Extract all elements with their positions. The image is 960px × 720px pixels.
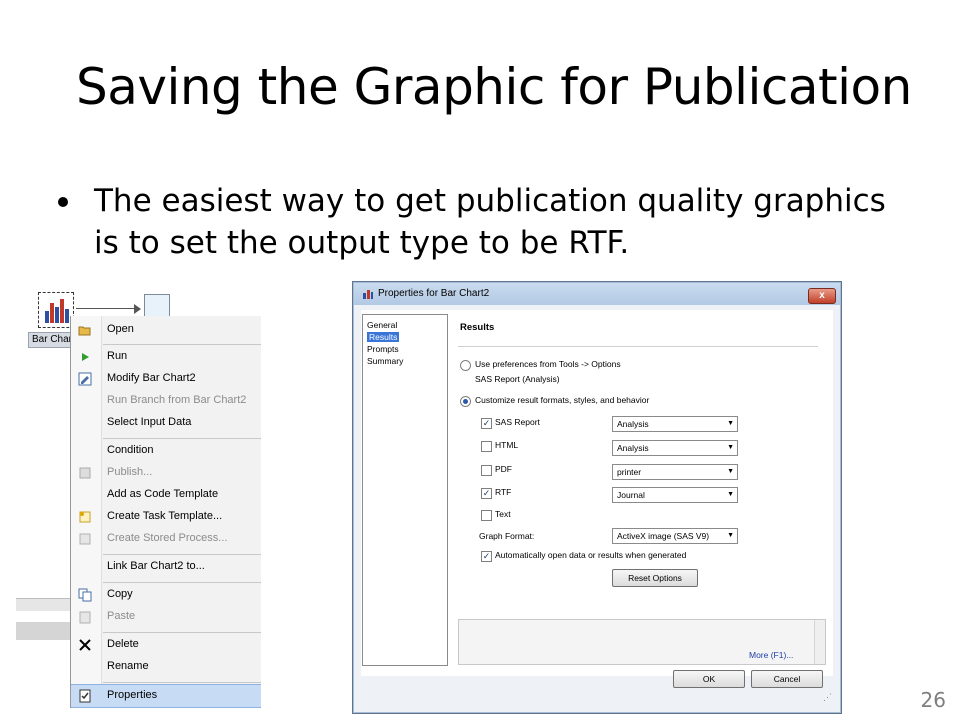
context-menu: Open Run Modify Bar Chart2 Run Branch fr… [70, 316, 261, 708]
rtf-checkbox[interactable]: ✓ [481, 488, 492, 499]
use-preferences-label: Use preferences from Tools -> Options [475, 359, 621, 369]
properties-dialog: Properties for Bar Chart2 x General Resu… [352, 281, 842, 714]
menu-item-delete[interactable]: Delete [71, 634, 261, 656]
menu-item-rename[interactable]: Rename [71, 656, 261, 678]
menu-separator [103, 582, 261, 583]
chevron-down-icon: ▼ [727, 532, 734, 539]
html-style-select[interactable]: Analysis ▼ [612, 440, 738, 456]
sas-report-checkbox[interactable]: ✓ [481, 418, 492, 429]
pdf-style-select[interactable]: printer ▼ [612, 464, 738, 480]
chevron-down-icon: ▼ [727, 468, 734, 475]
menu-separator [103, 438, 261, 439]
ok-button[interactable]: OK [673, 670, 745, 688]
html-label: HTML [495, 440, 519, 450]
menu-item-paste[interactable]: Paste [71, 606, 261, 628]
help-scrollbar[interactable] [814, 620, 825, 664]
menu-item-create-stored-process[interactable]: Create Stored Process... [71, 528, 261, 550]
resize-grip-icon[interactable]: ⋰ [823, 692, 833, 702]
bar-chart-icon [45, 299, 69, 323]
chevron-down-icon: ▼ [727, 491, 734, 498]
menu-item-run-branch[interactable]: Run Branch from Bar Chart2 [71, 390, 261, 412]
menu-item-select-input-data[interactable]: Select Input Data [71, 412, 261, 434]
menu-item-create-task-template[interactable]: Create Task Template... [71, 506, 261, 528]
rtf-label: RTF [495, 487, 512, 497]
open-folder-icon [78, 323, 92, 337]
nav-item-summary[interactable]: Summary [367, 356, 403, 366]
graph-format-select[interactable]: ActiveX image (SAS V9) ▼ [612, 528, 738, 544]
run-play-icon [78, 350, 92, 364]
auto-open-checkbox[interactable]: ✓ [481, 551, 492, 562]
menu-separator [103, 682, 261, 683]
modify-icon [78, 372, 92, 386]
delete-x-icon [78, 638, 92, 652]
menu-item-copy[interactable]: Copy [71, 584, 261, 606]
menu-item-condition[interactable]: Condition [71, 440, 261, 462]
bar-chart-icon [362, 288, 374, 300]
bullet-text: The easiest way to get publication quali… [94, 183, 886, 261]
pdf-checkbox[interactable] [481, 465, 492, 476]
menu-item-link[interactable]: Link Bar Chart2 to... [71, 556, 261, 578]
paste-icon [78, 610, 92, 624]
menu-item-properties[interactable]: Properties [71, 684, 261, 708]
close-button[interactable]: x [808, 288, 836, 304]
bullet-dot [58, 197, 68, 207]
chevron-down-icon: ▼ [727, 420, 734, 427]
use-preferences-radio[interactable] [460, 360, 471, 371]
cancel-button[interactable]: Cancel [751, 670, 823, 688]
html-checkbox[interactable] [481, 441, 492, 452]
section-divider [458, 346, 818, 347]
dialog-titlebar[interactable]: Properties for Bar Chart2 x [354, 283, 840, 305]
properties-icon [78, 689, 92, 703]
menu-separator [103, 632, 261, 633]
help-text-box: More (F1)... [458, 619, 826, 665]
flow-arrow-head [134, 304, 141, 314]
nav-item-general[interactable]: General [367, 320, 397, 330]
preferences-sub-label: SAS Report (Analysis) [475, 374, 560, 384]
bar-chart-node[interactable] [38, 292, 74, 328]
menu-separator [103, 344, 261, 345]
slide-title: Saving the Graphic for Publication [76, 58, 912, 116]
slide-number: 26 [920, 688, 946, 712]
section-title: Results [460, 322, 495, 333]
publish-icon [78, 466, 92, 480]
copy-icon [78, 588, 92, 602]
dialog-nav-list: General Results Prompts Summary [362, 314, 448, 666]
customize-label: Customize result formats, styles, and be… [475, 395, 650, 405]
stored-process-icon [78, 532, 92, 546]
task-template-icon [78, 510, 92, 524]
sas-report-label: SAS Report [495, 417, 540, 427]
rtf-style-select[interactable]: Journal ▼ [612, 487, 738, 503]
menu-item-modify[interactable]: Modify Bar Chart2 [71, 368, 261, 390]
pdf-label: PDF [495, 464, 512, 474]
menu-item-publish[interactable]: Publish... [71, 462, 261, 484]
text-label: Text [495, 509, 511, 519]
menu-item-add-code-template[interactable]: Add as Code Template [71, 484, 261, 506]
nav-item-prompts[interactable]: Prompts [367, 344, 399, 354]
menu-item-open[interactable]: Open [71, 319, 261, 341]
menu-separator [103, 554, 261, 555]
sas-report-style-select[interactable]: Analysis ▼ [612, 416, 738, 432]
text-checkbox[interactable] [481, 510, 492, 521]
graph-format-label: Graph Format: [479, 531, 535, 541]
menu-item-run[interactable]: Run [71, 346, 261, 368]
dialog-title: Properties for Bar Chart2 [378, 288, 490, 299]
nav-item-results[interactable]: Results [367, 332, 400, 342]
chevron-down-icon: ▼ [727, 444, 734, 451]
flow-arrow [76, 308, 138, 309]
reset-options-button[interactable]: Reset Options [612, 569, 698, 587]
customize-radio[interactable] [460, 396, 471, 407]
auto-open-label: Automatically open data or results when … [495, 550, 687, 560]
more-help-link[interactable]: More (F1)... [749, 650, 793, 660]
